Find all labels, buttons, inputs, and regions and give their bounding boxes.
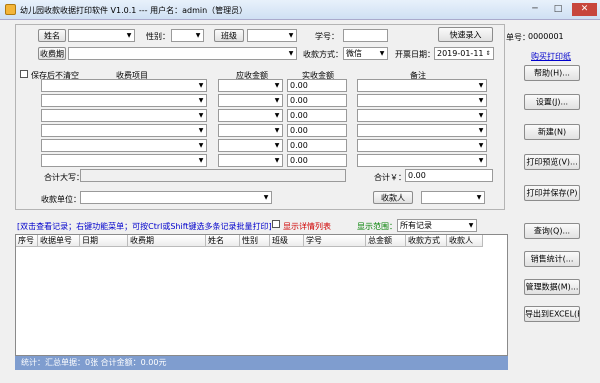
maximize-button[interactable]: □ [548, 3, 568, 16]
th-index[interactable]: 序号 [16, 235, 38, 247]
print-save-button[interactable]: 打印并保存(P) [524, 185, 580, 201]
records-table[interactable]: 序号 收据单号 日期 收费期 姓名 性别 班级 学号 总金额 收款方式 收款人 [15, 234, 508, 356]
note-select[interactable]: ▼ [357, 139, 487, 152]
amount-actual-field[interactable]: 0.00 [287, 139, 347, 152]
help-button[interactable]: 帮助(H)... [524, 65, 580, 81]
quick-entry-button[interactable]: 快速录入 [438, 27, 493, 42]
minimize-button[interactable]: ─ [525, 3, 545, 16]
th-fee-period[interactable]: 收费期 [128, 235, 206, 247]
range-label: 显示范围： [357, 222, 397, 231]
note-select[interactable]: ▼ [357, 124, 487, 137]
fee-item-select[interactable]: ▼ [41, 109, 207, 122]
amount-due-field[interactable]: ▼ [218, 139, 283, 152]
amount-actual-field[interactable]: 0.00 [287, 79, 347, 92]
payer-select[interactable]: ▼ [80, 191, 272, 204]
receipt-no-value: 0000001 [528, 32, 564, 41]
th-pay-method[interactable]: 收款方式 [406, 235, 447, 247]
total-upper-field [80, 169, 346, 182]
student-no-field[interactable] [343, 29, 388, 42]
gender-select[interactable]: ▼ [171, 29, 204, 42]
print-preview-button[interactable]: 打印预览(V)... [524, 154, 580, 170]
settings-button[interactable]: 设置(J)... [524, 94, 580, 110]
fee-item-select[interactable]: ▼ [41, 94, 207, 107]
amount-actual-field[interactable]: 0.00 [287, 94, 347, 107]
buy-paper-link[interactable]: 购买打印纸 [531, 51, 571, 62]
amount-due-field[interactable]: ▼ [218, 124, 283, 137]
th-class[interactable]: 班级 [270, 235, 304, 247]
fee-item-select[interactable]: ▼ [41, 124, 207, 137]
data-mgmt-button[interactable]: 管理数据(M)... [524, 279, 580, 295]
detail-list-label: 显示详情列表 [283, 222, 331, 231]
gender-label: 性别： [146, 32, 170, 41]
note-select[interactable]: ▼ [357, 154, 487, 167]
detail-list-checkbox[interactable] [272, 220, 280, 228]
amount-due-field[interactable]: ▼ [218, 109, 283, 122]
note-select[interactable]: ▼ [357, 79, 487, 92]
amount-actual-field[interactable]: 0.00 [287, 109, 347, 122]
fee-item-select[interactable]: ▼ [41, 154, 207, 167]
amount-actual-field[interactable]: 0.00 [287, 124, 347, 137]
th-receiver[interactable]: 收款人 [447, 235, 483, 247]
th-date[interactable]: 日期 [80, 235, 128, 247]
total-yen-label: 合计￥： [374, 173, 406, 182]
invoice-date-label: 开票日期： [395, 50, 435, 59]
receipt-no-label: 单号： [506, 33, 530, 42]
name-button[interactable]: 姓名 [38, 29, 66, 42]
total-value-field: 0.00 [405, 169, 493, 182]
query-button[interactable]: 查询(Q)... [524, 223, 580, 239]
pay-method-label: 收款方式： [303, 50, 343, 59]
window-title: 幼儿园收款收据打印软件 V1.0.1 --- 用户名：admin（管理员） [20, 6, 248, 15]
receiver-button[interactable]: 收款人 [373, 191, 413, 204]
close-button[interactable]: ✕ [572, 3, 597, 16]
list-hint: [双击查看记录；右键功能菜单；可按Ctrl或Shift键选多条记录批量打印] [17, 222, 272, 231]
note-select[interactable]: ▼ [357, 94, 487, 107]
amount-due-field[interactable]: ▼ [218, 79, 283, 92]
amount-due-field[interactable]: ▼ [218, 94, 283, 107]
class-select[interactable]: ▼ [247, 29, 297, 42]
note-select[interactable]: ▼ [357, 109, 487, 122]
th-gender[interactable]: 性别 [240, 235, 270, 247]
fee-period-select[interactable]: ▼ [68, 47, 297, 60]
th-receipt-no[interactable]: 收据单号 [38, 235, 80, 247]
fee-item-select[interactable]: ▼ [41, 139, 207, 152]
status-bar: 统计：汇总单据：0张 合计金额：0.00元 [15, 356, 508, 370]
range-select[interactable]: 所有记录 ▼ [397, 219, 477, 232]
amount-actual-field[interactable]: 0.00 [287, 154, 347, 167]
th-student-no[interactable]: 学号 [304, 235, 366, 247]
app-icon [5, 4, 16, 15]
th-name[interactable]: 姓名 [206, 235, 240, 247]
fee-period-button[interactable]: 收费期 [38, 47, 66, 60]
new-button[interactable]: 新建(N) [524, 124, 580, 140]
total-upper-label: 合计大写： [44, 173, 84, 182]
class-button[interactable]: 班级 [214, 29, 244, 42]
invoice-date-picker[interactable]: 2019-01-11 ⇕ [434, 47, 494, 60]
th-total[interactable]: 总金额 [366, 235, 406, 247]
keep-after-save-checkbox[interactable] [20, 70, 28, 78]
pay-method-select[interactable]: 微信 ▼ [343, 47, 388, 60]
receiver-select[interactable]: ▼ [421, 191, 485, 204]
name-field[interactable]: ▼ [68, 29, 135, 42]
fee-item-select[interactable]: ▼ [41, 79, 207, 92]
sales-stats-button[interactable]: 销售统计(... [524, 251, 580, 267]
student-no-label: 学号： [315, 32, 339, 41]
amount-due-field[interactable]: ▼ [218, 154, 283, 167]
payer-label: 收款单位： [41, 195, 81, 204]
export-excel-button[interactable]: 导出到EXCEL(E) [524, 306, 580, 322]
